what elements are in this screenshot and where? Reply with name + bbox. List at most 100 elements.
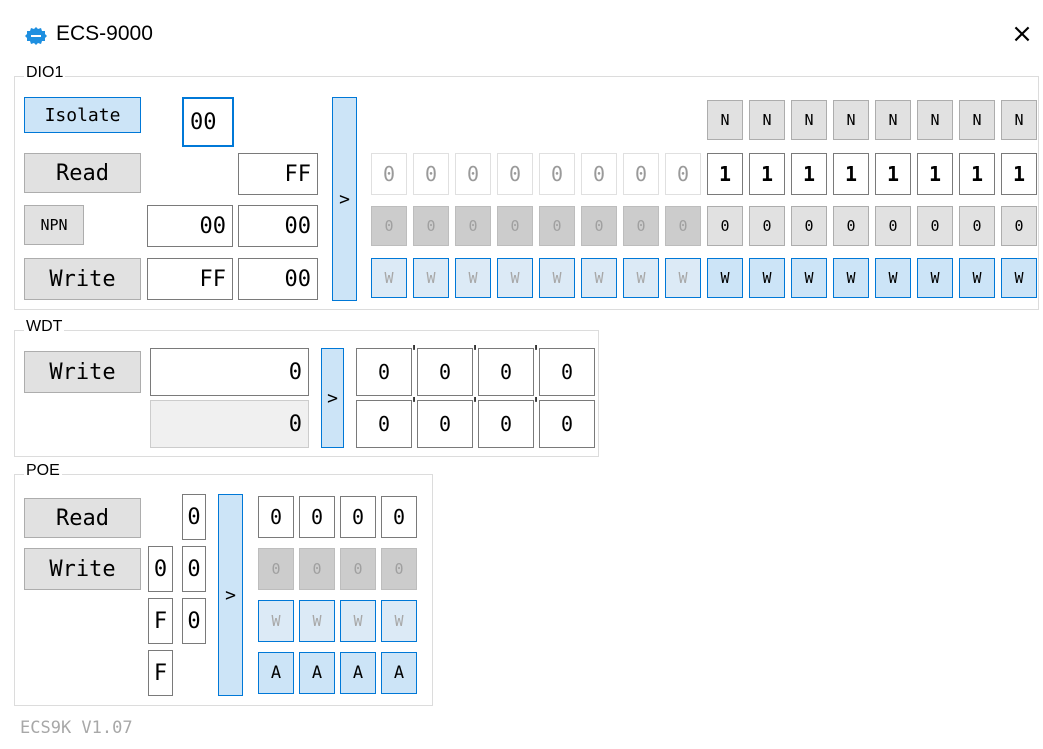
write-bit-button[interactable]: W — [539, 258, 575, 298]
window-title: ECS-9000 — [56, 22, 153, 45]
poe-f-value-2-field: 0 — [182, 598, 206, 644]
npn-bit-button[interactable]: 0 — [833, 206, 869, 246]
poe-read-button[interactable]: Read — [24, 498, 141, 538]
write-bit-button[interactable]: W — [875, 258, 911, 298]
npn-bit-button: 0 — [371, 206, 407, 246]
dio1-arrow-button[interactable]: > — [332, 97, 357, 301]
close-icon[interactable]: × — [1004, 14, 1040, 54]
poe-read-value-field: 0 — [182, 494, 206, 540]
read-bit: 1 — [833, 153, 869, 195]
poe-write-bit-button[interactable]: W — [340, 600, 376, 642]
poe-write-bit-button[interactable]: W — [299, 600, 335, 642]
npn-bit-button: 0 — [455, 206, 491, 246]
npn-bit-button[interactable]: 0 — [1001, 206, 1037, 246]
poe-disabled-bit: 0 — [381, 548, 417, 590]
poe-disabled-bit: 0 — [258, 548, 294, 590]
read-bit: 1 — [1001, 153, 1037, 195]
write-bit-button[interactable]: W — [917, 258, 953, 298]
npn-bit-button[interactable]: 0 — [749, 206, 785, 246]
read-bit: 1 — [749, 153, 785, 195]
write-button[interactable]: Write — [24, 258, 141, 300]
npn-bit-button: 0 — [623, 206, 659, 246]
npn-bit-button[interactable]: 0 — [959, 206, 995, 246]
read-bit: 0 — [539, 153, 575, 195]
mode-bit-button[interactable]: N — [1001, 100, 1037, 140]
read-bit: 0 — [623, 153, 659, 195]
read-bit: 1 — [959, 153, 995, 195]
poe-write-value-b-field: 0 — [182, 546, 206, 592]
poe-read-bit: 0 — [381, 496, 417, 538]
app-logo-icon — [24, 26, 48, 46]
read-bit: 0 — [665, 153, 701, 195]
mode-bit-button[interactable]: N — [707, 100, 743, 140]
mode-bit-button[interactable]: N — [917, 100, 953, 140]
write-bit-button[interactable]: W — [371, 258, 407, 298]
poe-write-button[interactable]: Write — [24, 548, 141, 590]
npn-bit-button: 0 — [665, 206, 701, 246]
read-bit: 1 — [791, 153, 827, 195]
npn-bit-button[interactable]: 0 — [917, 206, 953, 246]
write-bit-button[interactable]: W — [959, 258, 995, 298]
write-bit-button[interactable]: W — [581, 258, 617, 298]
write-value-b-field: 00 — [238, 258, 318, 300]
poe-f-value-1-field[interactable]: F — [148, 598, 173, 644]
npn-value-a-field[interactable]: 00 — [147, 205, 233, 247]
wdt-digit: 0 — [417, 348, 473, 396]
wdt-value-1-field[interactable]: 0 — [150, 348, 309, 396]
mode-bit-button[interactable]: N — [791, 100, 827, 140]
write-value-a-field[interactable]: FF — [147, 258, 233, 300]
poe-write-value-a-field[interactable]: 0 — [148, 546, 173, 592]
mode-bit-button[interactable]: N — [875, 100, 911, 140]
poe-a-bit-button[interactable]: A — [340, 652, 376, 694]
npn-bit-button: 0 — [413, 206, 449, 246]
title-bar — [0, 0, 1043, 66]
wdt-value-2-field: 0 — [150, 400, 309, 448]
write-bit-button[interactable]: W — [665, 258, 701, 298]
wdt-digit: 0 — [539, 348, 595, 396]
write-bit-button[interactable]: W — [497, 258, 533, 298]
mode-bit-button[interactable]: N — [833, 100, 869, 140]
wdt-digit: 0 — [356, 348, 412, 396]
npn-button[interactable]: NPN — [24, 205, 84, 245]
poe-f-value-3-field[interactable]: F — [148, 650, 173, 696]
wdt-label: WDT — [24, 318, 65, 336]
poe-arrow-button[interactable]: > — [218, 494, 243, 696]
write-bit-button[interactable]: W — [791, 258, 827, 298]
read-bit: 1 — [707, 153, 743, 195]
read-button[interactable]: Read — [24, 153, 141, 193]
poe-write-bit-button[interactable]: W — [381, 600, 417, 642]
write-bit-button[interactable]: W — [833, 258, 869, 298]
poe-disabled-bit: 0 — [299, 548, 335, 590]
poe-write-bit-button[interactable]: W — [258, 600, 294, 642]
npn-bit-button[interactable]: 0 — [875, 206, 911, 246]
npn-bit-button[interactable]: 0 — [791, 206, 827, 246]
wdt-digit: 0 — [417, 400, 473, 448]
dio1-label: DIO1 — [24, 64, 66, 82]
wdt-arrow-button[interactable]: > — [321, 348, 344, 448]
poe-a-bit-button[interactable]: A — [258, 652, 294, 694]
write-bit-button[interactable]: W — [749, 258, 785, 298]
isolate-value-field[interactable]: 00 — [182, 97, 234, 147]
write-bit-button[interactable]: W — [623, 258, 659, 298]
isolate-button[interactable]: Isolate — [24, 97, 141, 133]
wdt-digit: 0 — [356, 400, 412, 448]
mode-bit-button[interactable]: N — [959, 100, 995, 140]
read-bit: 0 — [497, 153, 533, 195]
mode-bit-button[interactable]: N — [749, 100, 785, 140]
poe-a-bit-button[interactable]: A — [381, 652, 417, 694]
read-bit: 0 — [413, 153, 449, 195]
write-bit-button[interactable]: W — [1001, 258, 1037, 298]
wdt-digit: 0 — [539, 400, 595, 448]
write-bit-button[interactable]: W — [707, 258, 743, 298]
poe-read-bit: 0 — [258, 496, 294, 538]
write-bit-button[interactable]: W — [455, 258, 491, 298]
poe-read-bit: 0 — [340, 496, 376, 538]
npn-bit-button[interactable]: 0 — [707, 206, 743, 246]
wdt-digit: 0 — [478, 348, 534, 396]
wdt-digit: 0 — [478, 400, 534, 448]
write-bit-button[interactable]: W — [413, 258, 449, 298]
poe-read-bit: 0 — [299, 496, 335, 538]
poe-a-bit-button[interactable]: A — [299, 652, 335, 694]
read-bit: 1 — [875, 153, 911, 195]
wdt-write-button[interactable]: Write — [24, 351, 141, 393]
